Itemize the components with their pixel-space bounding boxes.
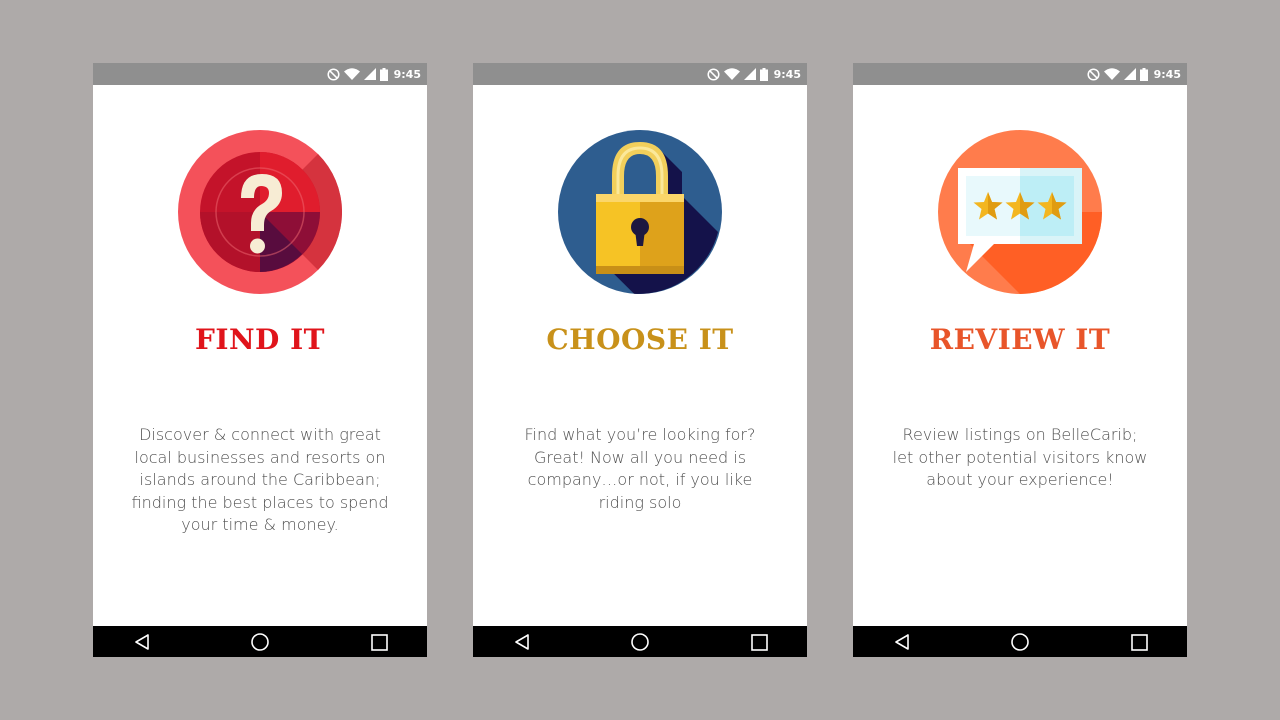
status-bar: 9:45 (853, 63, 1187, 85)
back-icon[interactable] (891, 631, 913, 653)
do-not-disturb-icon (327, 67, 340, 81)
do-not-disturb-icon (707, 67, 720, 81)
description-line: your time & money. (181, 515, 339, 534)
home-icon[interactable] (629, 631, 651, 653)
navigation-bar (473, 626, 807, 657)
wifi-icon (723, 68, 740, 80)
status-time: 9:45 (1153, 67, 1181, 81)
screen-title: FIND IT (194, 323, 326, 356)
description-line: Review listings on BelleCarib; (902, 425, 1138, 444)
do-not-disturb-icon (1087, 67, 1100, 81)
navigation-bar (853, 626, 1187, 657)
star-review-icon (938, 130, 1102, 294)
signal-icon (1123, 68, 1136, 80)
description-line: finding the best places to spend (131, 492, 389, 512)
description-line: company…or not, if you like (527, 470, 753, 489)
recent-apps-icon[interactable] (748, 631, 770, 653)
description-line: Find what you’re looking for? (524, 425, 756, 444)
description-line: riding solo (598, 492, 682, 512)
description-line: local businesses and resorts on (134, 447, 386, 467)
battery-icon (379, 67, 388, 81)
status-time: 9:45 (393, 67, 421, 81)
onboarding-screen-review-it: 9:45 REVIEW IT Review listings on BelleC… (853, 63, 1187, 657)
description-line: Discover & connect with great (139, 425, 381, 444)
wifi-icon (1103, 68, 1120, 80)
recent-apps-icon[interactable] (1128, 631, 1150, 653)
screen-title: CHOOSE IT (546, 323, 734, 356)
back-icon[interactable] (511, 631, 533, 653)
battery-icon (759, 67, 768, 81)
screen-description: Review listings on BelleCarib; let other… (885, 424, 1155, 492)
onboarding-screen-find-it: 9:45 FIND IT Discover & connect with gre… (93, 63, 427, 657)
back-icon[interactable] (131, 631, 153, 653)
padlock-icon (558, 130, 722, 294)
question-mark-icon (178, 130, 342, 294)
screen-description: Find what you’re looking for? Great! Now… (505, 424, 775, 514)
battery-icon (1139, 67, 1148, 81)
status-bar: 9:45 (93, 63, 427, 85)
signal-icon (363, 68, 376, 80)
status-bar: 9:45 (473, 63, 807, 85)
screen-description: Discover & connect with great local busi… (125, 424, 395, 537)
description-line: about your experience! (926, 470, 1114, 489)
screen-title: REVIEW IT (929, 323, 1111, 356)
home-icon[interactable] (249, 631, 271, 653)
description-line: Great! Now all you need is (533, 447, 747, 467)
description-line: let other potential visitors know (892, 447, 1148, 467)
signal-icon (743, 68, 756, 80)
status-time: 9:45 (773, 67, 801, 81)
wifi-icon (343, 68, 360, 80)
navigation-bar (93, 626, 427, 657)
recent-apps-icon[interactable] (368, 631, 390, 653)
home-icon[interactable] (1009, 631, 1031, 653)
description-line: islands around the Caribbean; (139, 470, 381, 489)
onboarding-screen-choose-it: 9:45 CHOOSE IT Find what you’re looking … (473, 63, 807, 657)
